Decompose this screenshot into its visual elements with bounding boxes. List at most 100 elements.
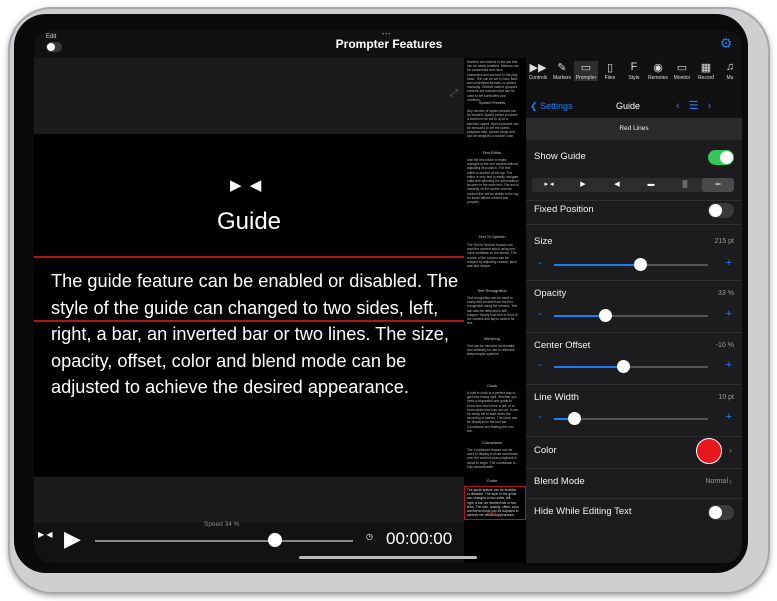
style-two-sides[interactable]: ▸ ◂ bbox=[532, 178, 566, 192]
tool-remotes[interactable]: ◉ Remotes bbox=[646, 61, 670, 81]
tool-label: Markers bbox=[552, 75, 572, 81]
sliders-icon[interactable]: ☰ bbox=[689, 100, 708, 112]
style-two-lines[interactable]: ═ bbox=[702, 178, 734, 192]
mini-label: Guide bbox=[486, 478, 498, 483]
center-offset-label: Center Offset bbox=[534, 340, 591, 351]
page-title: Prompter Features bbox=[335, 37, 443, 51]
opacity-value: 33 % bbox=[718, 290, 734, 297]
chevron-right-icon: › bbox=[729, 445, 732, 455]
slider-thumb[interactable] bbox=[634, 258, 648, 271]
show-guide-toggle[interactable] bbox=[708, 150, 734, 165]
opacity-label: Opacity bbox=[534, 288, 567, 299]
tool-prompter[interactable]: ▭ Prompter bbox=[574, 61, 598, 81]
plus-icon[interactable]: + bbox=[726, 257, 732, 269]
tool-controls[interactable]: ▶▶ Controls bbox=[526, 61, 550, 81]
hide-while-editing-toggle[interactable] bbox=[708, 505, 734, 520]
edit-toggle[interactable] bbox=[46, 42, 62, 52]
guide-style-segmented[interactable]: ▸ ◂ ▶ ◀ ▬ ▒ ═ bbox=[532, 178, 734, 192]
minus-icon[interactable]: - bbox=[538, 411, 542, 423]
controls-icon: ▶▶ bbox=[529, 62, 547, 74]
fixed-position-label: Fixed Position bbox=[534, 204, 594, 215]
skip-back-icon[interactable]: ▶ ◀ bbox=[38, 530, 53, 539]
mini-label: Clock bbox=[486, 383, 497, 388]
screen: ••• Edit Prompter Features ⚙ ⤢ ▶ ◀ Guide… bbox=[34, 30, 742, 563]
pen-icon: ✎ bbox=[557, 62, 567, 74]
plus-icon[interactable]: + bbox=[726, 411, 732, 423]
tool-label: Controls bbox=[528, 75, 548, 81]
show-guide-label: Show Guide bbox=[534, 151, 586, 162]
tool-label: Remotes bbox=[647, 75, 668, 81]
tool-music[interactable]: ♫ Mu bbox=[718, 61, 742, 81]
music-icon: ♫ bbox=[725, 61, 735, 73]
speed-slider-thumb[interactable] bbox=[267, 533, 282, 547]
expand-icon[interactable]: ⤢ bbox=[450, 88, 458, 99]
mini-text: The Countdown feature can be used to dis… bbox=[467, 448, 518, 469]
mini-text: The Text to Speech feature can read the … bbox=[467, 243, 517, 269]
minus-icon[interactable]: - bbox=[538, 359, 542, 371]
tool-files[interactable]: ▯ Files bbox=[598, 61, 622, 81]
tool-label: Record bbox=[697, 75, 715, 81]
slider-thumb[interactable] bbox=[568, 412, 582, 425]
play-button[interactable]: ▶ bbox=[64, 526, 81, 552]
divider bbox=[526, 468, 742, 469]
marker-arrows: ▶ ◀ bbox=[230, 177, 264, 194]
divider bbox=[526, 200, 742, 201]
mini-preview[interactable]: Markers are buttons in the bar that can … bbox=[464, 58, 526, 563]
line-width-slider[interactable] bbox=[554, 412, 708, 425]
center-offset-slider[interactable] bbox=[554, 360, 708, 373]
blend-mode-label: Blend Mode bbox=[534, 476, 585, 487]
elapsed-time: 00:00:00 bbox=[386, 529, 453, 548]
style-bar[interactable]: ▬ bbox=[634, 178, 668, 192]
minus-icon[interactable]: - bbox=[538, 308, 542, 320]
style-left[interactable]: ▶ bbox=[566, 178, 600, 192]
blend-mode-value[interactable]: Normal bbox=[705, 478, 728, 485]
tool-label: Prompter bbox=[575, 75, 597, 81]
nav-bar: ❮ Settings Guide ‹☰› bbox=[526, 96, 742, 118]
prompter-area[interactable]: ⤢ ▶ ◀ Guide The guide feature can be ena… bbox=[34, 58, 464, 523]
mini-text: Any number of speed presets can be creat… bbox=[467, 109, 519, 139]
tool-label: Files bbox=[604, 75, 616, 81]
mini-label: Countdown bbox=[481, 440, 503, 445]
prompter-heading: Guide bbox=[216, 208, 282, 235]
tool-label: Style bbox=[628, 75, 640, 81]
chevron-left-icon[interactable]: ‹ bbox=[676, 100, 689, 112]
fixed-position-toggle[interactable] bbox=[708, 203, 734, 218]
prompter-icon: ▭ bbox=[580, 62, 592, 74]
tool-style[interactable]: F Style bbox=[622, 61, 646, 81]
chevron-right-icon[interactable]: › bbox=[708, 100, 721, 112]
center-offset-value: -10 % bbox=[715, 342, 734, 349]
back-button[interactable]: ❮ Settings bbox=[530, 101, 573, 112]
slider-thumb[interactable] bbox=[617, 360, 631, 373]
mini-label: Text Recognition bbox=[477, 288, 507, 293]
nav-title: Guide bbox=[616, 101, 641, 111]
nav-controls[interactable]: ‹☰› bbox=[676, 99, 720, 112]
tool-monitor[interactable]: ▭ Monitor bbox=[670, 61, 694, 81]
style-right[interactable]: ◀ bbox=[600, 178, 634, 192]
gear-icon[interactable]: ⚙ bbox=[718, 35, 734, 51]
divider bbox=[526, 224, 742, 225]
edit-label: Edit bbox=[46, 34, 57, 40]
mini-text: Markers are buttons in the bar that can … bbox=[467, 60, 519, 102]
slider-thumb[interactable] bbox=[598, 309, 612, 322]
line-width-value: 10 pt bbox=[718, 394, 734, 401]
style-inverted-bar[interactable]: ▒ bbox=[668, 178, 702, 192]
color-swatch[interactable] bbox=[696, 438, 722, 464]
chevron-right-icon: › bbox=[729, 476, 732, 486]
home-indicator bbox=[299, 556, 477, 559]
plus-icon[interactable]: + bbox=[726, 308, 732, 320]
opacity-slider[interactable] bbox=[554, 309, 708, 322]
divider bbox=[526, 280, 742, 281]
divider bbox=[526, 436, 742, 437]
divider bbox=[526, 332, 742, 333]
plus-icon[interactable]: + bbox=[726, 359, 732, 371]
divider bbox=[526, 384, 742, 385]
film-icon: ▦ bbox=[700, 62, 712, 74]
speed-slider[interactable] bbox=[95, 540, 353, 542]
size-slider[interactable] bbox=[554, 258, 708, 271]
minus-icon[interactable]: - bbox=[538, 257, 542, 269]
tool-label: Monitor bbox=[673, 75, 691, 81]
hide-while-editing-label: Hide While Editing Text bbox=[534, 506, 632, 517]
timer-icon[interactable]: ◷ bbox=[366, 532, 373, 541]
tool-markers[interactable]: ✎ Markers bbox=[550, 61, 574, 81]
tool-record[interactable]: ▦ Record bbox=[694, 61, 718, 81]
